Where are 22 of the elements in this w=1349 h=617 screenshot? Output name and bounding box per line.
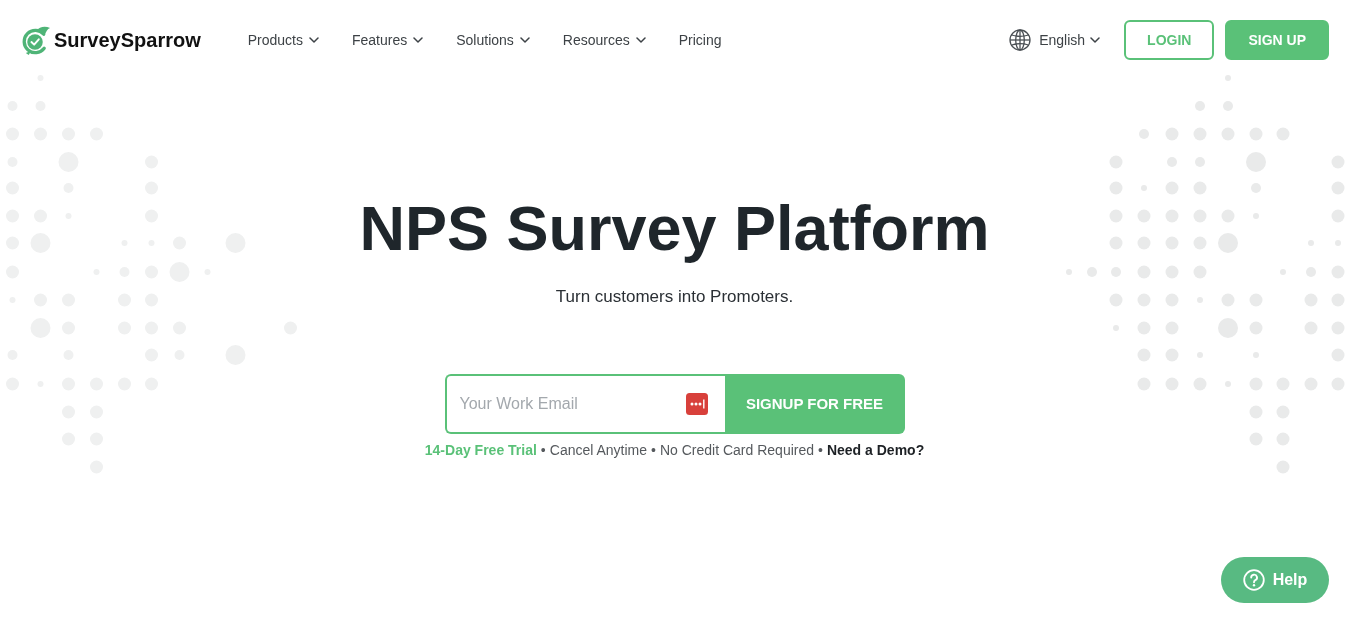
feature-text: Cancel Anytime (549, 441, 648, 461)
bullet-separator: • (540, 441, 546, 461)
nav-link[interactable]: Features (352, 29, 424, 51)
nav-link[interactable]: Resources (562, 29, 646, 51)
chevron-down-icon (1090, 37, 1101, 43)
password-dots-icon (685, 393, 708, 416)
logo-icon (20, 24, 51, 56)
globe-icon (1009, 29, 1032, 51)
demo-link[interactable]: Need a Demo? (826, 440, 925, 462)
hero-title: NPS Survey Platform (358, 192, 991, 265)
nav-link[interactable]: Products (247, 29, 319, 51)
logo-link[interactable]: SurveySparrow (20, 24, 201, 56)
nav-link[interactable]: Pricing (678, 29, 722, 51)
email-field[interactable]: Your Work Email (444, 374, 725, 435)
help-icon (1242, 569, 1265, 591)
language-selector[interactable]: English (1009, 29, 1101, 51)
nav-link[interactable]: Solutions (456, 29, 530, 51)
free-trial-text: 14-Day Free Trial (424, 441, 537, 461)
bullet-separator: • (651, 441, 656, 461)
hero-subtitle: Turn customers into Promoters. (554, 285, 795, 308)
feature-text: No Credit Card Required (659, 441, 815, 461)
bullet-separator: • (818, 441, 823, 461)
